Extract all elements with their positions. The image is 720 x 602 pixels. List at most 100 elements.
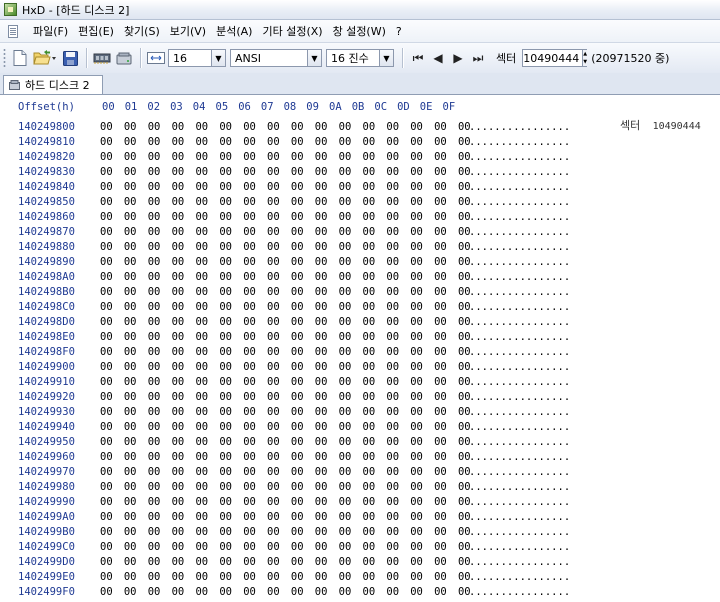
row-bytes[interactable]: 00 00 00 00 00 00 00 00 00 00 00 00 00 0… [100, 481, 471, 493]
last-sector-button[interactable]: ⏭ [468, 51, 488, 66]
row-ascii[interactable]: ................ [469, 466, 570, 478]
row-ascii[interactable]: ................ [469, 541, 570, 553]
next-sector-button[interactable]: ▶ [448, 51, 468, 65]
hex-editor-view[interactable]: Offset(h) 00 01 02 03 04 05 06 07 08 09 0A 0B 0C 0D 0E… [0, 95, 720, 602]
row-ascii[interactable]: ................ [469, 136, 570, 148]
row-bytes[interactable]: 00 00 00 00 00 00 00 00 00 00 00 00 00 0… [100, 151, 471, 163]
row-ascii[interactable]: ................ [469, 361, 570, 373]
menu-file[interactable]: 파일(F) [28, 23, 73, 39]
offset-base-select[interactable]: 16 진수 ▼ [326, 49, 394, 67]
row-bytes[interactable]: 00 00 00 00 00 00 00 00 00 00 00 00 00 0… [100, 316, 471, 328]
row-ascii[interactable]: ................ [469, 346, 570, 358]
row-bytes[interactable]: 00 00 00 00 00 00 00 00 00 00 00 00 00 0… [100, 406, 471, 418]
row-ascii[interactable]: ................ [469, 571, 570, 583]
row-bytes[interactable]: 00 00 00 00 00 00 00 00 00 00 00 00 00 0… [100, 466, 471, 478]
open-disk-button[interactable] [114, 48, 134, 68]
row-ascii[interactable]: ................ [469, 151, 570, 163]
row-bytes[interactable]: 00 00 00 00 00 00 00 00 00 00 00 00 00 0… [100, 556, 471, 568]
row-ascii[interactable]: ................ [469, 421, 570, 433]
new-file-button[interactable] [10, 48, 30, 68]
row-bytes[interactable]: 00 00 00 00 00 00 00 00 00 00 00 00 00 0… [100, 271, 471, 283]
row-offset: 140249910 [18, 376, 75, 388]
chevron-down-icon[interactable]: ▼ [307, 50, 321, 66]
row-offset: 140249930 [18, 406, 75, 418]
row-ascii[interactable]: ................ [469, 451, 570, 463]
row-bytes[interactable]: 00 00 00 00 00 00 00 00 00 00 00 00 00 0… [100, 586, 471, 598]
menu-edit[interactable]: 편집(E) [73, 23, 119, 39]
chevron-down-icon[interactable]: ▼ [211, 50, 225, 66]
row-ascii[interactable]: ................ [469, 496, 570, 508]
sector-input[interactable]: 10490444 ▲ ▼ [522, 49, 588, 67]
spin-down-icon[interactable]: ▼ [583, 58, 588, 66]
row-ascii[interactable]: ................ [469, 556, 570, 568]
row-ascii[interactable]: ................ [469, 271, 570, 283]
row-ascii[interactable]: ................ [469, 391, 570, 403]
row-ascii[interactable]: ................ [469, 406, 570, 418]
tab-hard-disk-2[interactable]: 하드 디스크 2 [3, 75, 103, 94]
row-bytes[interactable]: 00 00 00 00 00 00 00 00 00 00 00 00 00 0… [100, 571, 471, 583]
row-ascii[interactable]: ................ [469, 301, 570, 313]
row-bytes[interactable]: 00 00 00 00 00 00 00 00 00 00 00 00 00 0… [100, 346, 471, 358]
row-offset: 140249880 [18, 241, 75, 253]
row-bytes[interactable]: 00 00 00 00 00 00 00 00 00 00 00 00 00 0… [100, 331, 471, 343]
charset-select[interactable]: ANSI ▼ [230, 49, 322, 67]
row-ascii[interactable]: ................ [469, 286, 570, 298]
row-ascii[interactable]: ................ [469, 526, 570, 538]
row-bytes[interactable]: 00 00 00 00 00 00 00 00 00 00 00 00 00 0… [100, 211, 471, 223]
row-bytes[interactable]: 00 00 00 00 00 00 00 00 00 00 00 00 00 0… [100, 391, 471, 403]
row-bytes[interactable]: 00 00 00 00 00 00 00 00 00 00 00 00 00 0… [100, 121, 471, 133]
chevron-down-icon[interactable]: ▼ [379, 50, 393, 66]
menu-extras[interactable]: 기타 설정(X) [257, 23, 327, 39]
row-ascii[interactable]: ................ [469, 121, 570, 133]
row-bytes[interactable]: 00 00 00 00 00 00 00 00 00 00 00 00 00 0… [100, 256, 471, 268]
row-ascii[interactable]: ................ [469, 181, 570, 193]
row-bytes[interactable]: 00 00 00 00 00 00 00 00 00 00 00 00 00 0… [100, 166, 471, 178]
row-ascii[interactable]: ................ [469, 331, 570, 343]
menu-window[interactable]: 창 설정(W) [328, 23, 391, 39]
row-bytes[interactable]: 00 00 00 00 00 00 00 00 00 00 00 00 00 0… [100, 526, 471, 538]
row-bytes[interactable]: 00 00 00 00 00 00 00 00 00 00 00 00 00 0… [100, 421, 471, 433]
row-bytes[interactable]: 00 00 00 00 00 00 00 00 00 00 00 00 00 0… [100, 226, 471, 238]
menu-view[interactable]: 보기(V) [165, 23, 211, 39]
row-bytes[interactable]: 00 00 00 00 00 00 00 00 00 00 00 00 00 0… [100, 241, 471, 253]
row-bytes[interactable]: 00 00 00 00 00 00 00 00 00 00 00 00 00 0… [100, 361, 471, 373]
sector-value[interactable]: 10490444 [523, 52, 582, 65]
bytes-per-row-icon-button[interactable] [146, 48, 166, 68]
row-bytes[interactable]: 00 00 00 00 00 00 00 00 00 00 00 00 00 0… [100, 181, 471, 193]
spin-up-icon[interactable]: ▲ [583, 50, 588, 58]
row-ascii[interactable]: ................ [469, 436, 570, 448]
row-bytes[interactable]: 00 00 00 00 00 00 00 00 00 00 00 00 00 0… [100, 376, 471, 388]
row-ascii[interactable]: ................ [469, 316, 570, 328]
row-bytes[interactable]: 00 00 00 00 00 00 00 00 00 00 00 00 00 0… [100, 436, 471, 448]
menu-search[interactable]: 찾기(S) [119, 23, 165, 39]
save-button[interactable] [60, 48, 80, 68]
row-ascii[interactable]: ................ [469, 586, 570, 598]
previous-sector-button[interactable]: ◀ [428, 51, 448, 65]
row-ascii[interactable]: ................ [469, 481, 570, 493]
row-bytes[interactable]: 00 00 00 00 00 00 00 00 00 00 00 00 00 0… [100, 541, 471, 553]
row-ascii[interactable]: ................ [469, 211, 570, 223]
open-ram-button[interactable] [92, 48, 112, 68]
toolbar-grip[interactable] [3, 48, 6, 68]
row-ascii[interactable]: ................ [469, 256, 570, 268]
row-bytes[interactable]: 00 00 00 00 00 00 00 00 00 00 00 00 00 0… [100, 511, 471, 523]
row-ascii[interactable]: ................ [469, 376, 570, 388]
sector-spinner[interactable]: ▲ ▼ [582, 50, 588, 66]
row-ascii[interactable]: ................ [469, 196, 570, 208]
menu-analysis[interactable]: 분석(A) [211, 23, 257, 39]
open-file-button[interactable] [32, 48, 58, 68]
row-bytes[interactable]: 00 00 00 00 00 00 00 00 00 00 00 00 00 0… [100, 136, 471, 148]
row-bytes[interactable]: 00 00 00 00 00 00 00 00 00 00 00 00 00 0… [100, 496, 471, 508]
menu-help[interactable]: ? [391, 25, 407, 38]
row-bytes[interactable]: 00 00 00 00 00 00 00 00 00 00 00 00 00 0… [100, 196, 471, 208]
row-ascii[interactable]: ................ [469, 166, 570, 178]
first-sector-button[interactable]: ⏮ [408, 51, 428, 66]
row-ascii[interactable]: ................ [469, 511, 570, 523]
row-ascii[interactable]: ................ [469, 241, 570, 253]
document-icon[interactable] [8, 24, 18, 38]
row-bytes[interactable]: 00 00 00 00 00 00 00 00 00 00 00 00 00 0… [100, 451, 471, 463]
bytes-per-row-select[interactable]: 16 ▼ [168, 49, 226, 67]
row-bytes[interactable]: 00 00 00 00 00 00 00 00 00 00 00 00 00 0… [100, 286, 471, 298]
row-bytes[interactable]: 00 00 00 00 00 00 00 00 00 00 00 00 00 0… [100, 301, 471, 313]
row-ascii[interactable]: ................ [469, 226, 570, 238]
